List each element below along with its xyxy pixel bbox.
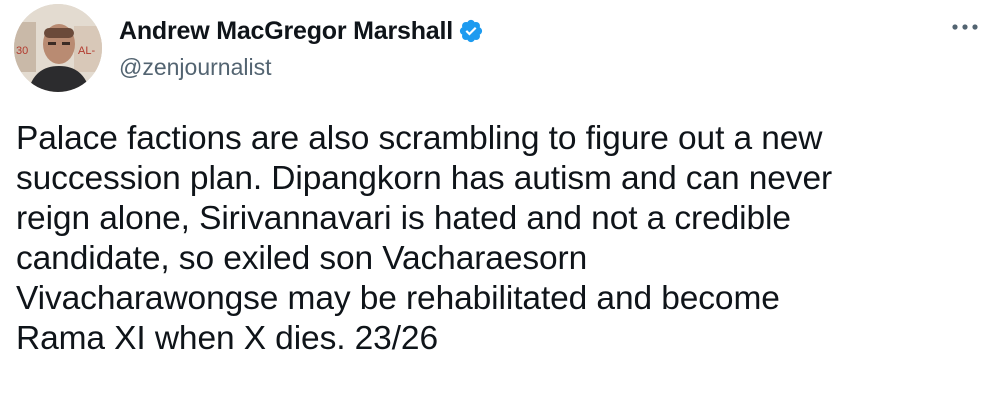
tweet-card: 30 AL- Andrew MacGregor Marshall @zenjou…	[0, 0, 1000, 405]
avatar-photo-icon: 30 AL-	[14, 4, 102, 92]
author-avatar[interactable]: 30 AL-	[14, 4, 102, 92]
verified-badge-icon	[458, 18, 484, 44]
author-identity: Andrew MacGregor Marshall @zenjournalist	[119, 14, 484, 84]
tweet-text: Palace factions are also scrambling to f…	[16, 120, 833, 357]
svg-text:30: 30	[16, 45, 28, 57]
author-display-name[interactable]: Andrew MacGregor Marshall	[119, 17, 453, 46]
svg-text:AL-: AL-	[78, 45, 95, 57]
ellipsis-icon	[952, 24, 978, 30]
author-name-row: Andrew MacGregor Marshall	[119, 14, 484, 48]
author-handle[interactable]: @zenjournalist	[119, 54, 484, 81]
more-options-button[interactable]	[948, 14, 982, 40]
